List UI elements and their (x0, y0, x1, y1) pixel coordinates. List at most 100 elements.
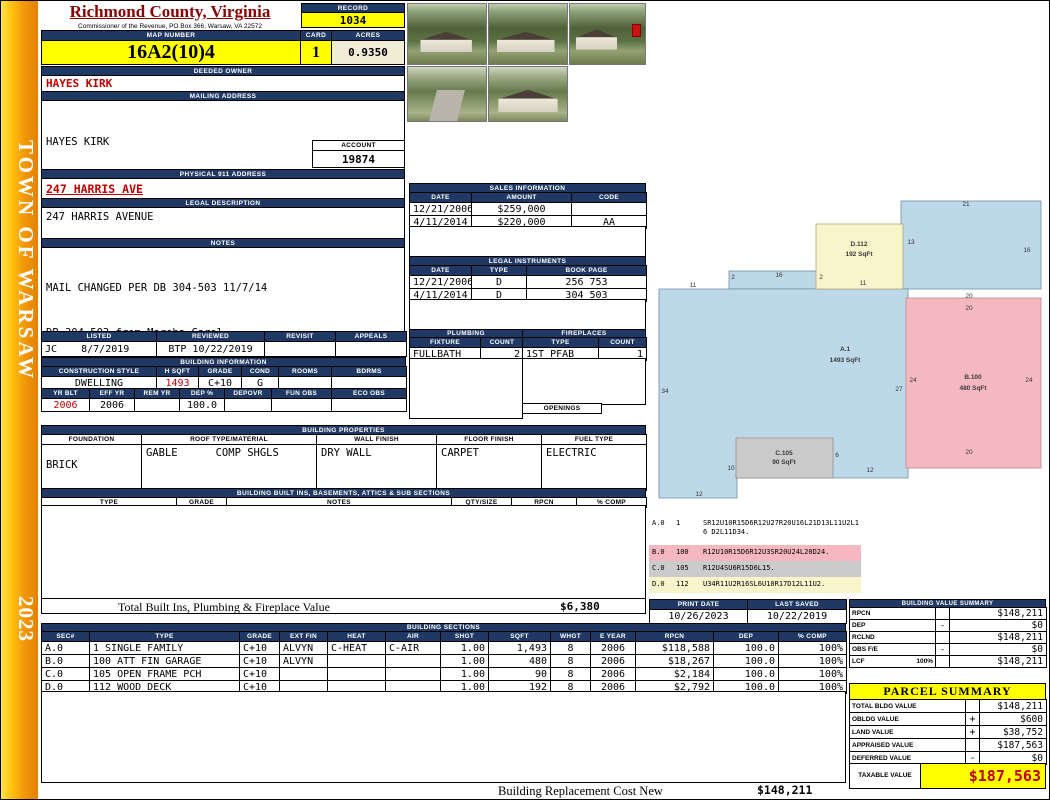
plumbing-empty-area (409, 358, 523, 419)
table-row: DEP - $0 (849, 619, 1047, 632)
table-row: C.0 105 OPEN FRAME PCH C+10 1.00 90 8 20… (41, 667, 847, 681)
sketch-dim: 24 (1025, 377, 1033, 384)
vs-label: DEP (849, 619, 936, 632)
bs-cell: 100% (778, 654, 847, 668)
vs-value: $0 (949, 619, 1047, 632)
built-ins-total-row: Total Built Ins, Plumbing & Fireplace Va… (41, 598, 646, 614)
sketch-sqft-d: 192 SqFt (845, 251, 873, 258)
legend-num: 1 (676, 519, 681, 527)
revisit-value (264, 341, 336, 357)
bs-cell: $118,588 (635, 641, 714, 655)
building-sections-empty-area (41, 691, 846, 783)
sketch-label-b: B.100 (964, 374, 982, 381)
print-info-table: PRINT DATE LAST SAVED 10/26/2023 10/22/2… (649, 599, 847, 624)
bs-cell: 8 (550, 654, 591, 668)
table-row: 10/26/2023 10/22/2019 (649, 609, 847, 624)
bs-cell: 105 OPEN FRAME PCH (89, 667, 240, 681)
replacement-cost-label: Building Replacement Cost New (498, 784, 663, 798)
sketch-dim: 6 (835, 452, 839, 459)
map-number-value: 16A2(10)4 (41, 40, 301, 65)
legend-path: R12U10R15D6R12U3SR20U24L20D24. (703, 548, 830, 556)
bs-col: TYPE (89, 631, 240, 642)
sketch-dim: 10 (727, 465, 735, 472)
vs-value: $148,211 (949, 631, 1047, 644)
sidebar: TOWN OF WARSAW 2023 (1, 1, 38, 799)
bs-cell: C+10 (239, 641, 280, 655)
fuel-type-value: ELECTRIC (541, 444, 647, 491)
sketch-dim: 2 (819, 274, 823, 281)
vs-op: - (935, 643, 950, 656)
vs-op (935, 631, 950, 644)
sketch-section-c (735, 437, 834, 479)
vs-op (935, 607, 950, 620)
sketch-dim: 34 (661, 388, 669, 395)
note-line: MAIL CHANGED PER DB 304-503 11/7/14 (46, 282, 268, 294)
table-row: LAND VALUE + $38,752 (849, 725, 1047, 739)
col-type: TYPE (471, 265, 527, 276)
openings-label: OPENINGS (522, 403, 602, 414)
deeded-owner-value: HAYES KIRK (41, 75, 405, 92)
parcel-summary-table: TOTAL BLDG VALUE $148,211 OBLDG VALUE + … (849, 699, 1047, 765)
bs-cell: 8 (550, 641, 591, 655)
sale-date: 12/21/2006 (409, 202, 472, 216)
sketch-legend-row-c: C.0 105 R12U4SU6R15D6L15. (649, 561, 861, 577)
sketch-dim: 12 (695, 491, 703, 498)
vs-label: LCF 100% (849, 655, 936, 668)
vs-label-text: RCLND (852, 634, 875, 641)
listing-table: LISTED REVIEWED REVISIT APPEALS JC 8/7/2… (41, 331, 407, 357)
building-properties-table: FOUNDATION ROOF TYPE/MATERIAL WALL FINIS… (41, 434, 647, 491)
legend-path: R12U4SU6R15D6L15. (703, 564, 775, 572)
vs-label-text: LCF (852, 658, 865, 665)
house-silhouette (420, 31, 472, 52)
col-rooms: ROOMS (278, 366, 332, 377)
sketch-sqft-a: 1493 SqFt (830, 357, 862, 364)
legend-num: 100 (676, 548, 689, 556)
col-cond: COND (241, 366, 279, 377)
ps-label: TOTAL BLDG VALUE (849, 699, 966, 713)
col-floor: FLOOR FINISH (436, 434, 542, 445)
bs-cell: ALVYN (279, 654, 328, 668)
property-photo (569, 3, 646, 65)
col-last-saved: LAST SAVED (747, 599, 847, 610)
bs-cell: C-HEAT (327, 641, 386, 655)
sketch-dim: 12 (866, 467, 874, 474)
bs-cell: 100 ATT FIN GARAGE (89, 654, 240, 668)
sale-code (571, 202, 647, 216)
bs-cell: A.0 (41, 641, 90, 655)
bs-cell: $2,184 (635, 667, 714, 681)
fireplaces-empty-area (522, 358, 646, 405)
replacement-cost-value: $148,211 (757, 783, 813, 797)
sketch-dim: 20 (965, 305, 973, 312)
table-row: TOTAL BLDG VALUE $148,211 (849, 699, 1047, 713)
vs-label: OBS F/E (849, 643, 936, 656)
bs-col: SHGT (440, 631, 489, 642)
bs-cell: C+10 (239, 654, 280, 668)
listed-value: JC 8/7/2019 (41, 341, 157, 357)
table-row: BRICK GABLE COMP SHGLS DRY WALL CARPET EL… (41, 444, 647, 491)
col-code: CODE (571, 192, 647, 203)
table-row: 2006 2006 100.0 (41, 398, 407, 412)
bs-col: % COMP (778, 631, 847, 642)
bs-cell: 100% (778, 641, 847, 655)
table-row: RCLND $148,211 (849, 631, 1047, 644)
legend-num: 112 (676, 580, 689, 588)
bs-col: SEC# (41, 631, 90, 642)
vs-label: RPCN (849, 607, 936, 620)
house-silhouette (576, 29, 618, 50)
vs-value: $148,211 (949, 655, 1047, 668)
bs-cell (327, 654, 386, 668)
li-type: D (471, 275, 527, 289)
sidebar-year: 2023 (14, 596, 38, 642)
ps-op (965, 699, 980, 713)
roof-material: COMP SHGLS (215, 447, 279, 459)
bs-cell (385, 654, 441, 668)
acres-value: 0.9350 (331, 40, 405, 65)
legal-description-box: 247 HARRIS AVENUE (41, 207, 405, 239)
bs-cell: $18,267 (635, 654, 714, 668)
appeals-value (335, 341, 407, 357)
last-saved-value: 10/22/2019 (747, 609, 847, 624)
sketch-legend-row-a: A.0 1 SR12U10R15D6R12U27R20U16L21D13L11U… (649, 516, 861, 546)
table-row: LCF 100% $148,211 (849, 655, 1047, 668)
table-row: OBS F/E - $0 (849, 643, 1047, 656)
col-effyr: EFF YR (89, 388, 135, 399)
